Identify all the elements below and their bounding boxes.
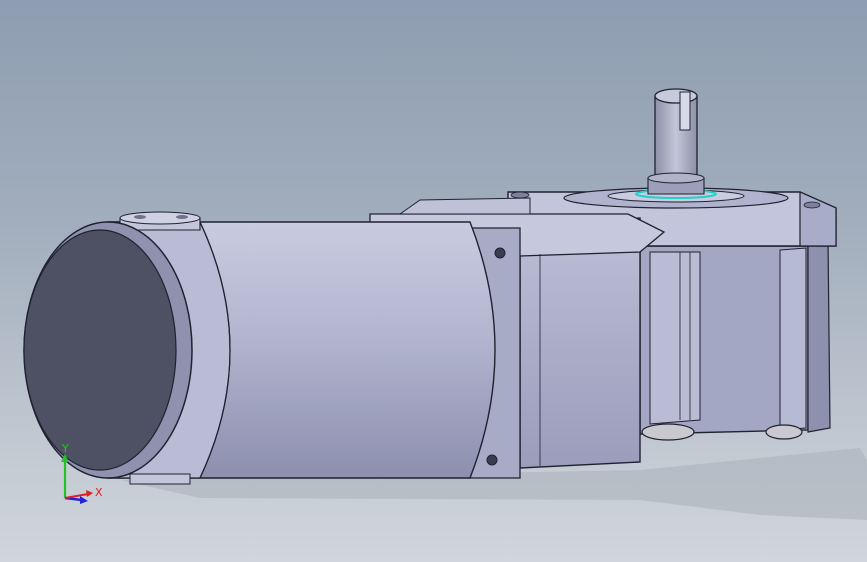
gearbox-right-side [807,239,831,433]
motor-foot [129,473,191,485]
flange-mount-hole-right [803,201,821,209]
model-3d-view[interactable] [0,0,867,562]
triad-y-label: Y [62,442,69,455]
shaft-keyway [679,91,691,131]
triad-x-label: X [95,486,103,499]
motor-end-face [23,229,177,471]
graphics-viewport[interactable]: Y X [0,0,867,562]
gearbox-right-edge-strip [779,247,807,431]
flange-bolt-hole-top [494,247,506,259]
flange-bolt-hole-bottom [486,454,498,466]
gearbox-foot-left [641,423,695,441]
gearbox-right-rib [649,251,701,425]
x-axis-arrow [64,493,89,499]
flange-mount-hole-left [510,191,530,199]
gearbox-foot-right [765,424,803,440]
